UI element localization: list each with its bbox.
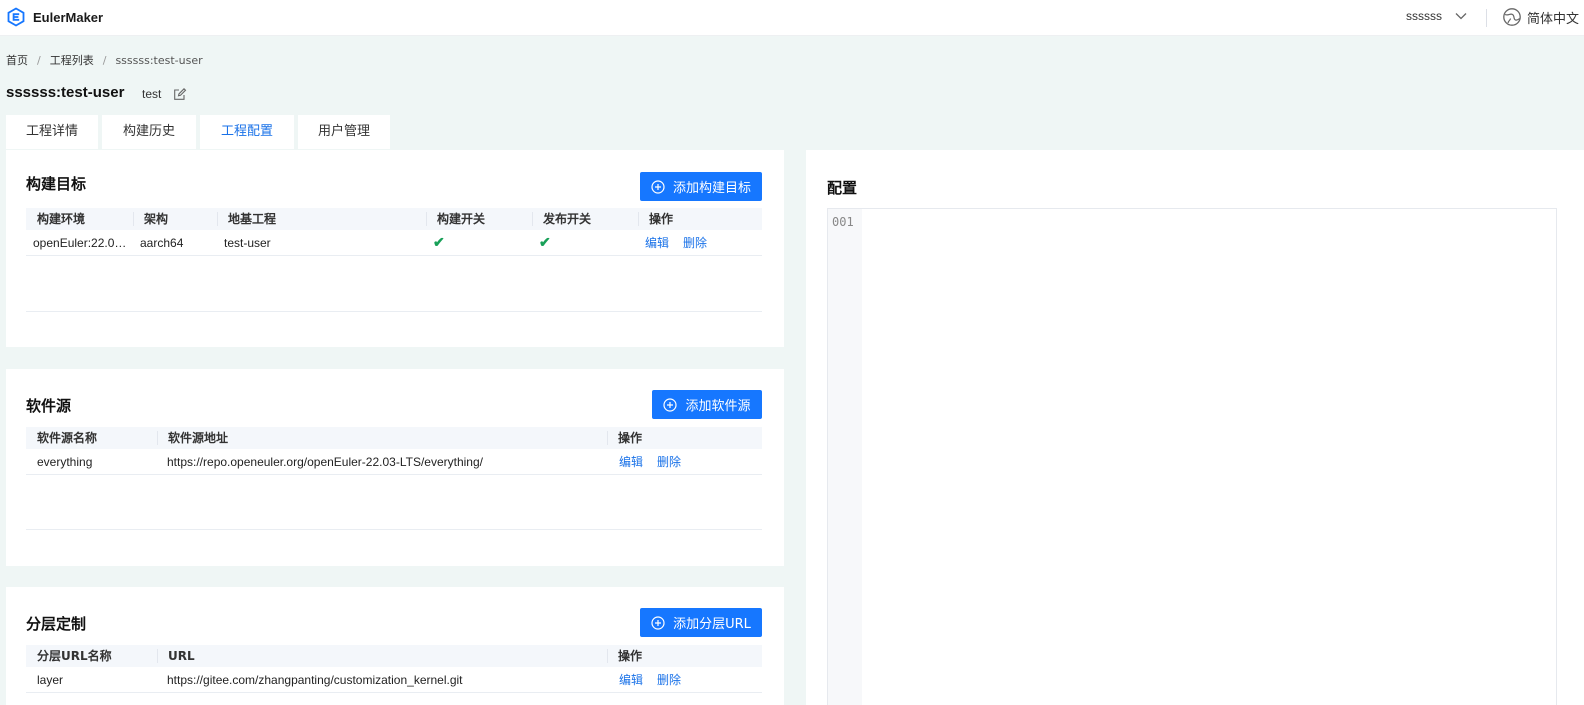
cell-arch: aarch64: [140, 235, 184, 250]
column-header: 架构: [133, 208, 217, 230]
column-header: 构建开关: [426, 208, 532, 230]
config-panel: 配置 001: [806, 150, 1584, 705]
plus-circle-icon: [651, 179, 665, 194]
cell-layer-url: https://gitee.com/zhangpanting/customiza…: [167, 672, 463, 687]
project-title: ssssss:test-user: [6, 84, 125, 101]
check-icon: ✔: [433, 234, 445, 250]
cell-actions: 编辑 删除: [638, 234, 762, 251]
table-header: 构建环境 架构 地基工程 构建开关 发布开关 操作: [26, 208, 762, 230]
layers-card: 分层定制 添加分层URL 分层URL名称 URL 操作 layer https:…: [6, 587, 784, 705]
table-header: 分层URL名称 URL 操作: [26, 645, 762, 667]
repos-table: 软件源名称 软件源地址 操作 everything https://repo.o…: [26, 427, 762, 530]
table-row: layer https://gitee.com/zhangpanting/cus…: [26, 667, 762, 693]
repos-card: 软件源 添加软件源 软件源名称 软件源地址 操作 everything http…: [6, 369, 784, 566]
column-header: 操作: [607, 645, 762, 667]
eulermaker-logo-icon: [7, 7, 25, 27]
column-header: 构建环境: [37, 212, 86, 226]
build-targets-table: 构建环境 架构 地基工程 构建开关 发布开关 操作 openEuler:22.0…: [26, 208, 762, 312]
cell-repo-url: https://repo.openeuler.org/openEuler-22.…: [167, 454, 483, 469]
column-header: 操作: [607, 427, 762, 449]
add-build-target-button[interactable]: 添加构建目标: [640, 172, 762, 201]
breadcrumb: 首页 / 工程列表 / ssssss:test-user: [6, 52, 203, 68]
add-repo-button[interactable]: 添加软件源: [652, 390, 762, 419]
tab-build-history[interactable]: 构建历史: [102, 115, 196, 149]
delete-link[interactable]: 删除: [657, 673, 681, 687]
top-header: EulerMaker ssssss 简体中文: [0, 0, 1584, 36]
header-divider: [1486, 9, 1487, 27]
cell-build-env: openEuler:22.03-LTS: [33, 235, 133, 250]
table-header: 软件源名称 软件源地址 操作: [26, 427, 762, 449]
plus-circle-icon: [663, 397, 678, 412]
table-bottom-border: [26, 311, 762, 312]
table-row: openEuler:22.03-LTS aarch64 test-user ✔ …: [26, 230, 762, 256]
delete-link[interactable]: 删除: [657, 455, 681, 469]
tab-project-config[interactable]: 工程配置: [200, 115, 294, 149]
table-bottom-border: [26, 529, 762, 530]
delete-link[interactable]: 删除: [683, 236, 707, 250]
chevron-down-icon: [1455, 13, 1467, 20]
breadcrumb-separator: /: [37, 53, 41, 67]
edit-link[interactable]: 编辑: [645, 236, 669, 250]
username: ssssss: [1406, 9, 1442, 23]
repos-title: 软件源: [26, 397, 72, 415]
layers-title: 分层定制: [26, 615, 87, 633]
app-name: EulerMaker: [33, 9, 104, 25]
column-header: 地基工程: [217, 208, 426, 230]
cell-repo-name: everything: [37, 454, 93, 469]
edit-link[interactable]: 编辑: [619, 673, 643, 687]
add-layer-url-label: 添加分层URL: [673, 617, 751, 632]
cell-actions: 编辑 删除: [607, 453, 762, 470]
config-title: 配置: [827, 179, 858, 197]
line-number: 001: [832, 215, 854, 229]
layers-table: 分层URL名称 URL 操作 layer https://gitee.com/z…: [26, 645, 762, 693]
cell-layer-name: layer: [37, 672, 64, 687]
tab-project-details[interactable]: 工程详情: [6, 115, 98, 149]
config-editor[interactable]: 001: [827, 208, 1557, 705]
breadcrumb-separator: /: [102, 53, 107, 67]
language-switcher[interactable]: 简体中文: [1502, 7, 1579, 27]
build-targets-title: 构建目标: [26, 175, 87, 193]
app-logo[interactable]: EulerMaker: [6, 7, 103, 27]
add-repo-label: 添加软件源: [685, 399, 751, 414]
breadcrumb-current: ssssss:test-user: [115, 53, 203, 67]
language-label: 简体中文: [1527, 11, 1580, 27]
column-header: 软件源地址: [157, 427, 607, 449]
column-header: 发布开关: [532, 208, 638, 230]
cell-ground-project: test-user: [224, 235, 271, 250]
add-build-target-label: 添加构建目标: [672, 181, 751, 196]
globe-icon: [1503, 8, 1521, 26]
add-layer-url-button[interactable]: 添加分层URL: [640, 608, 762, 637]
column-header: 软件源名称: [37, 431, 98, 445]
editor-gutter: 001: [828, 209, 862, 705]
project-description: test: [142, 87, 162, 101]
breadcrumb-home[interactable]: 首页: [6, 52, 28, 68]
column-header: 分层URL名称: [37, 649, 112, 663]
cell-publish-switch: ✔: [532, 234, 638, 251]
build-targets-card: 构建目标 添加构建目标 构建环境 架构 地基工程 构建开关 发布开关 操作 op…: [6, 150, 784, 347]
plus-circle-icon: [651, 615, 665, 630]
edit-link[interactable]: 编辑: [619, 455, 643, 469]
edit-icon[interactable]: [173, 87, 187, 101]
project-tabs: 工程详情 构建历史 工程配置 用户管理: [6, 115, 394, 149]
user-menu[interactable]: ssssss: [1406, 9, 1468, 23]
check-icon: ✔: [539, 234, 551, 250]
cell-actions: 编辑 删除: [607, 671, 762, 688]
column-header: URL: [157, 645, 607, 667]
table-row: everything https://repo.openeuler.org/op…: [26, 449, 762, 475]
breadcrumb-project-list[interactable]: 工程列表: [50, 52, 94, 68]
cell-build-switch: ✔: [426, 234, 532, 251]
tab-user-management[interactable]: 用户管理: [298, 115, 390, 149]
column-header: 操作: [638, 208, 762, 230]
